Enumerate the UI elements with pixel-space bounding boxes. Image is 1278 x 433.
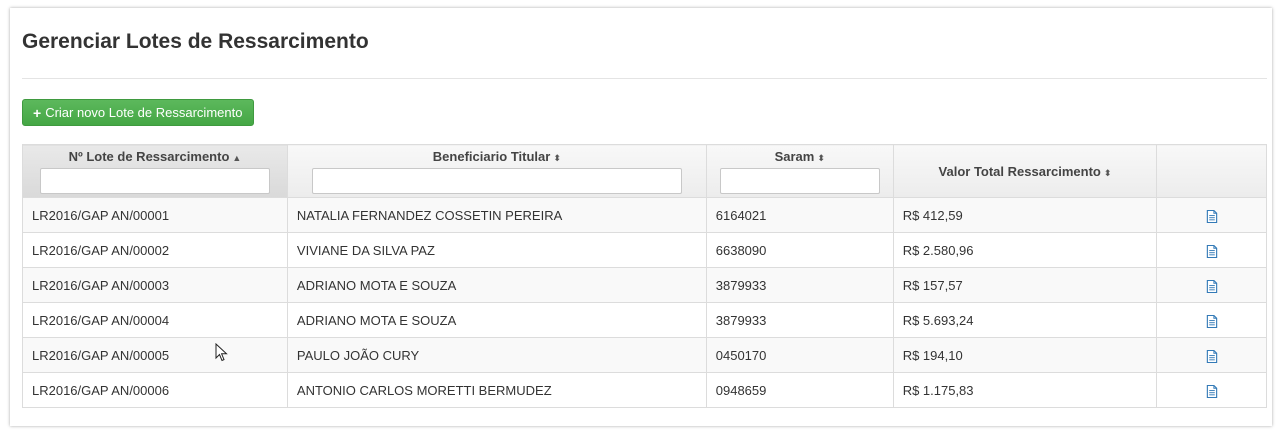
column-label-valor: Valor Total Ressarcimento <box>938 163 1101 179</box>
title-divider <box>22 78 1267 79</box>
column-header-beneficiario[interactable]: Beneficiario Titular ⬍ <box>286 144 707 198</box>
column-header-lote[interactable]: Nº Lote de Ressarcimento ▲ <box>22 144 288 198</box>
filter-saram-input[interactable] <box>719 168 880 194</box>
table-row: LR2016/GAP AN/00001 NATALIA FERNANDEZ COS… <box>22 197 1267 233</box>
cell-saram: 0450170 <box>705 337 894 373</box>
column-header-actions <box>1156 144 1267 198</box>
cell-beneficiario: VIVIANE DA SILVA PAZ <box>286 232 707 268</box>
table-row: LR2016/GAP AN/00005 PAULO JOÃO CURY 045017… <box>22 337 1267 373</box>
lotes-table: Nº Lote de Ressarcimento ▲ Beneficiario T… <box>22 144 1267 408</box>
sort-both-icon: ⬍ <box>553 153 561 163</box>
cell-actions <box>1156 337 1267 373</box>
cell-saram: 3879933 <box>705 267 894 303</box>
cell-beneficiario: PAULO JOÃO CURY <box>286 337 707 373</box>
document-icon[interactable] <box>1206 314 1218 328</box>
cell-valor: R$ 157,57 <box>892 267 1158 303</box>
cell-actions <box>1156 197 1267 233</box>
table-row: LR2016/GAP AN/00006 ANTONIO CARLOS MORETT… <box>22 372 1267 408</box>
filter-lote-input[interactable] <box>39 168 270 194</box>
main-panel: Gerenciar Lotes de Ressarcimento + Criar… <box>10 8 1272 426</box>
table-row: LR2016/GAP AN/00004 ADRIANO MOTA E SOUZA 3… <box>22 302 1267 338</box>
cell-lote: LR2016/GAP AN/00004 <box>22 302 288 338</box>
cell-actions <box>1156 267 1267 303</box>
cell-beneficiario: ADRIANO MOTA E SOUZA <box>286 302 707 338</box>
mouse-cursor-icon <box>215 343 228 362</box>
cell-actions <box>1156 302 1267 338</box>
cell-lote: LR2016/GAP AN/00001 <box>22 197 288 233</box>
cell-beneficiario: ANTONIO CARLOS MORETTI BERMUDEZ <box>286 372 707 408</box>
cell-valor: R$ 412,59 <box>892 197 1158 233</box>
sort-asc-icon: ▲ <box>232 153 242 163</box>
filter-beneficiario-input[interactable] <box>311 168 682 194</box>
page-title: Gerenciar Lotes de Ressarcimento <box>22 30 369 53</box>
cell-valor: R$ 1.175,83 <box>892 372 1158 408</box>
cell-actions <box>1156 232 1267 268</box>
cell-saram: 6638090 <box>705 232 894 268</box>
column-label-saram: Saram <box>774 149 815 164</box>
column-header-saram[interactable]: Saram ⬍ <box>705 144 894 198</box>
cell-beneficiario: NATALIA FERNANDEZ COSSETIN PEREIRA <box>286 197 707 233</box>
cell-lote: LR2016/GAP AN/00006 <box>22 372 288 408</box>
column-label-beneficiario: Beneficiario Titular <box>432 149 551 164</box>
cell-valor: R$ 194,10 <box>892 337 1158 373</box>
column-label-lote: Nº Lote de Ressarcimento <box>68 149 230 164</box>
plus-icon: + <box>33 104 42 121</box>
document-icon[interactable] <box>1206 384 1218 398</box>
sort-both-icon: ⬍ <box>1103 167 1112 178</box>
create-lote-button[interactable]: + Criar novo Lote de Ressarcimento <box>22 99 254 126</box>
sort-both-icon: ⬍ <box>817 153 825 163</box>
table-row: LR2016/GAP AN/00002 VIVIANE DA SILVA PAZ 6… <box>22 232 1267 268</box>
cell-lote: LR2016/GAP AN/00003 <box>22 267 288 303</box>
create-lote-button-label: Criar novo Lote de Ressarcimento <box>45 105 243 120</box>
cell-lote: LR2016/GAP AN/00002 <box>22 232 288 268</box>
cell-lote: LR2016/GAP AN/00005 <box>22 337 288 373</box>
cell-saram: 6164021 <box>705 197 894 233</box>
cell-valor: R$ 5.693,24 <box>892 302 1158 338</box>
table-header-row: Nº Lote de Ressarcimento ▲ Beneficiario T… <box>22 144 1267 198</box>
table-row: LR2016/GAP AN/00003 ADRIANO MOTA E SOUZA 3… <box>22 267 1267 303</box>
document-icon[interactable] <box>1206 279 1218 293</box>
cell-valor: R$ 2.580,96 <box>892 232 1158 268</box>
cell-actions <box>1156 372 1267 408</box>
column-header-valor[interactable]: Valor Total Ressarcimento ⬍ <box>892 144 1158 198</box>
document-icon[interactable] <box>1206 244 1218 258</box>
document-icon[interactable] <box>1206 349 1218 363</box>
cell-saram: 0948659 <box>705 372 894 408</box>
cell-saram: 3879933 <box>705 302 894 338</box>
document-icon[interactable] <box>1206 209 1218 223</box>
cell-beneficiario: ADRIANO MOTA E SOUZA <box>286 267 707 303</box>
